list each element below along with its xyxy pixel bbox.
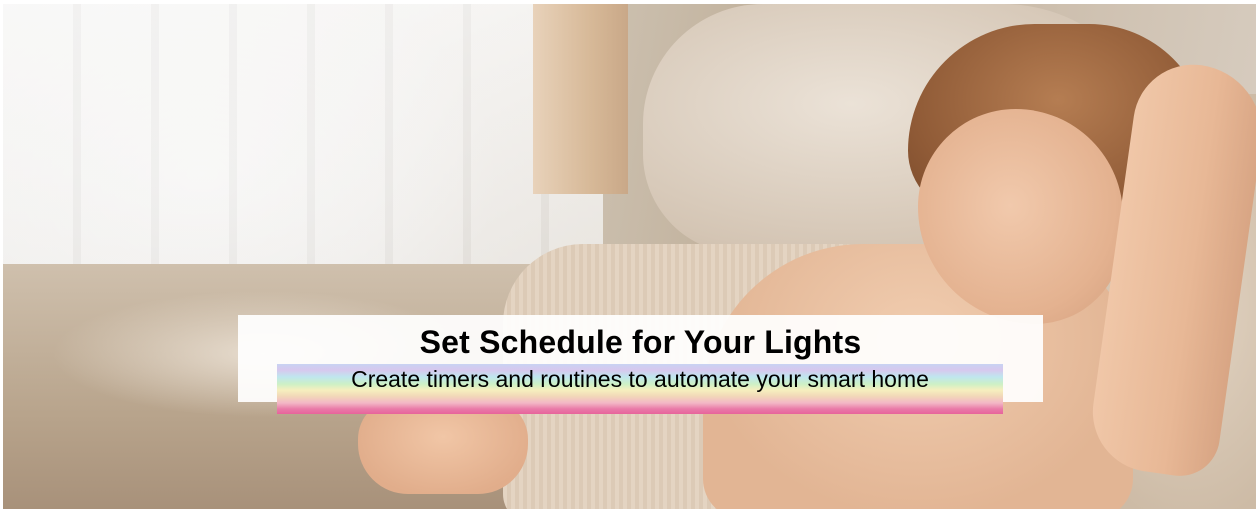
window-frame	[533, 4, 628, 194]
hero-banner	[3, 4, 1256, 509]
banner-title: Set Schedule for Your Lights	[419, 324, 862, 360]
banner-subtitle: Create timers and routines to automate y…	[351, 366, 929, 392]
